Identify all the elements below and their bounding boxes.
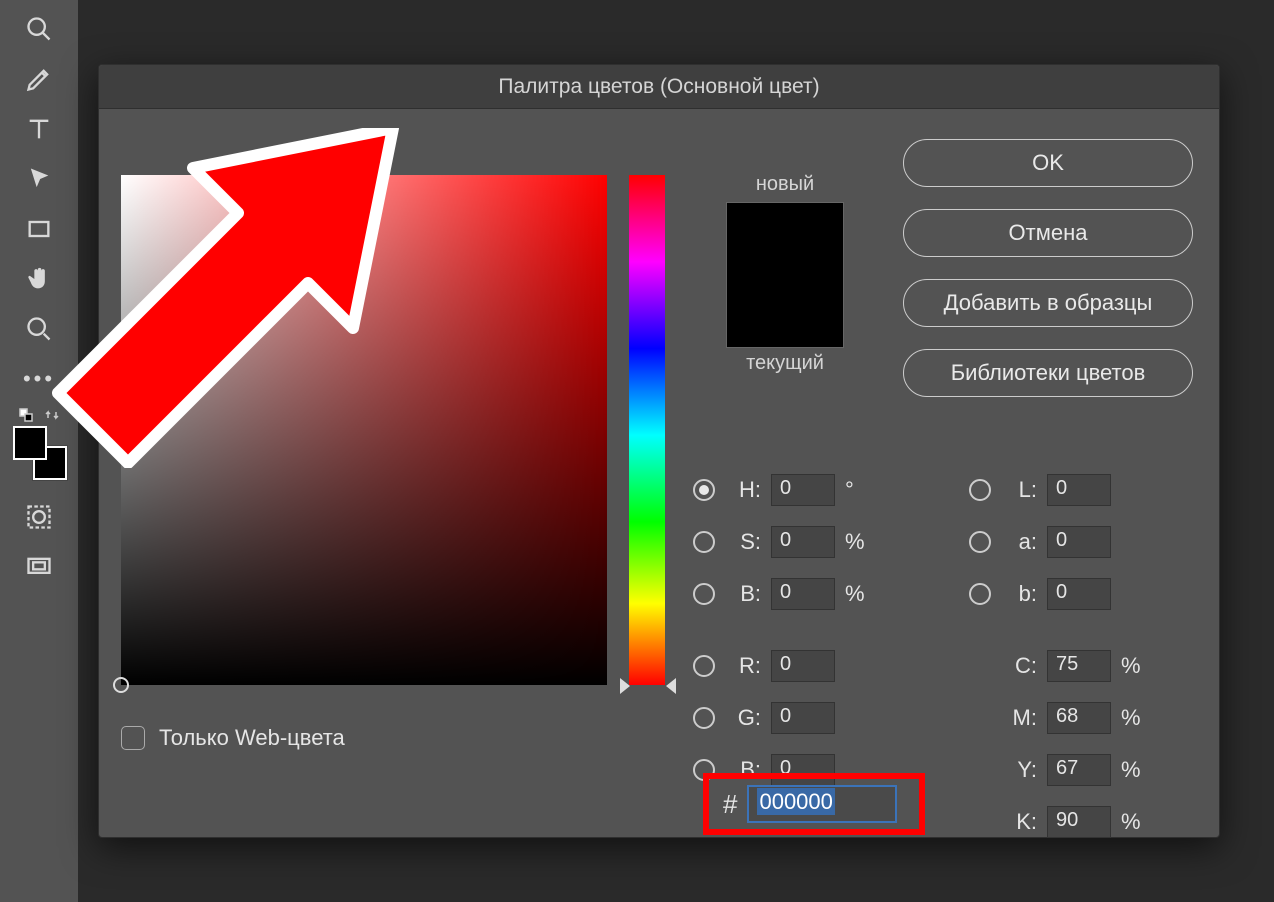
pen-tool-icon[interactable]	[14, 54, 64, 104]
type-tool-icon[interactable]	[14, 104, 64, 154]
hue-thumb-left[interactable]	[620, 678, 630, 694]
lb-label: b:	[999, 581, 1037, 607]
more-tools-icon[interactable]: •••	[14, 354, 64, 404]
deg-unit: °	[845, 477, 854, 503]
y-label: Y:	[999, 757, 1037, 783]
r-radio[interactable]	[693, 655, 715, 677]
hand-tool-icon[interactable]	[14, 254, 64, 304]
color-picker-dialog: Палитра цветов (Основной цвет) новый тек…	[98, 64, 1220, 838]
color-cursor[interactable]	[113, 677, 129, 693]
cancel-button[interactable]: Отмена	[903, 209, 1193, 257]
y-input[interactable]: 67	[1047, 754, 1111, 786]
lb-radio[interactable]	[969, 583, 991, 605]
quickmask-icon[interactable]	[14, 492, 64, 542]
c-label: C:	[999, 653, 1037, 679]
r-label: R:	[723, 653, 761, 679]
zoom-tool-icon[interactable]	[14, 304, 64, 354]
dialog-title: Палитра цветов (Основной цвет)	[99, 65, 1219, 109]
color-preview: новый текущий	[715, 173, 855, 375]
b-radio[interactable]	[693, 583, 715, 605]
l-label: L:	[999, 477, 1037, 503]
current-label: текущий	[715, 352, 855, 375]
add-swatch-button[interactable]: Добавить в образцы	[903, 279, 1193, 327]
k-input[interactable]: 90	[1047, 806, 1111, 838]
s-label: S:	[723, 529, 761, 555]
hue-thumb-right[interactable]	[666, 678, 676, 694]
foreground-color-swatch[interactable]	[13, 426, 47, 460]
hue-slider[interactable]	[629, 175, 665, 685]
ok-button[interactable]: OK	[903, 139, 1193, 187]
saturation-brightness-field[interactable]	[121, 175, 607, 685]
b-input[interactable]: 0	[771, 578, 835, 610]
swap-colors-icon[interactable]	[45, 408, 59, 422]
b2-input[interactable]: 0	[771, 754, 835, 786]
default-colors-icon[interactable]	[19, 408, 33, 422]
hex-row: # 000000	[709, 785, 897, 823]
l-input[interactable]: 0	[1047, 474, 1111, 506]
a-radio[interactable]	[969, 531, 991, 553]
b2-radio[interactable]	[693, 759, 715, 781]
a-input[interactable]: 0	[1047, 526, 1111, 558]
rectangle-tool-icon[interactable]	[14, 204, 64, 254]
g-input[interactable]: 0	[771, 702, 835, 734]
b-label: B:	[723, 581, 761, 607]
g-label: G:	[723, 705, 761, 731]
tools-toolbar: •••	[0, 0, 78, 902]
m-label: M:	[999, 705, 1037, 731]
k-label: K:	[999, 809, 1037, 835]
web-only-checkbox[interactable]	[121, 726, 145, 750]
web-only-label: Только Web-цвета	[159, 725, 345, 751]
magnify-tool-icon[interactable]	[14, 4, 64, 54]
m-input[interactable]: 68	[1047, 702, 1111, 734]
lb-input[interactable]: 0	[1047, 578, 1111, 610]
b2-label: B:	[723, 757, 761, 783]
l-radio[interactable]	[969, 479, 991, 501]
screenmode-icon[interactable]	[14, 542, 64, 592]
c-input[interactable]: 75	[1047, 650, 1111, 682]
a-label: a:	[999, 529, 1037, 555]
color-swatches	[9, 408, 69, 480]
path-select-tool-icon[interactable]	[14, 154, 64, 204]
h-label: H:	[723, 477, 761, 503]
hash-label: #	[723, 789, 737, 820]
g-radio[interactable]	[693, 707, 715, 729]
r-input[interactable]: 0	[771, 650, 835, 682]
new-color-swatch[interactable]	[726, 202, 844, 348]
color-libraries-button[interactable]: Библиотеки цветов	[903, 349, 1193, 397]
new-label: новый	[715, 173, 855, 196]
s-radio[interactable]	[693, 531, 715, 553]
s-input[interactable]: 0	[771, 526, 835, 558]
h-radio[interactable]	[693, 479, 715, 501]
h-input[interactable]: 0	[771, 474, 835, 506]
hex-input[interactable]: 000000	[747, 785, 897, 823]
